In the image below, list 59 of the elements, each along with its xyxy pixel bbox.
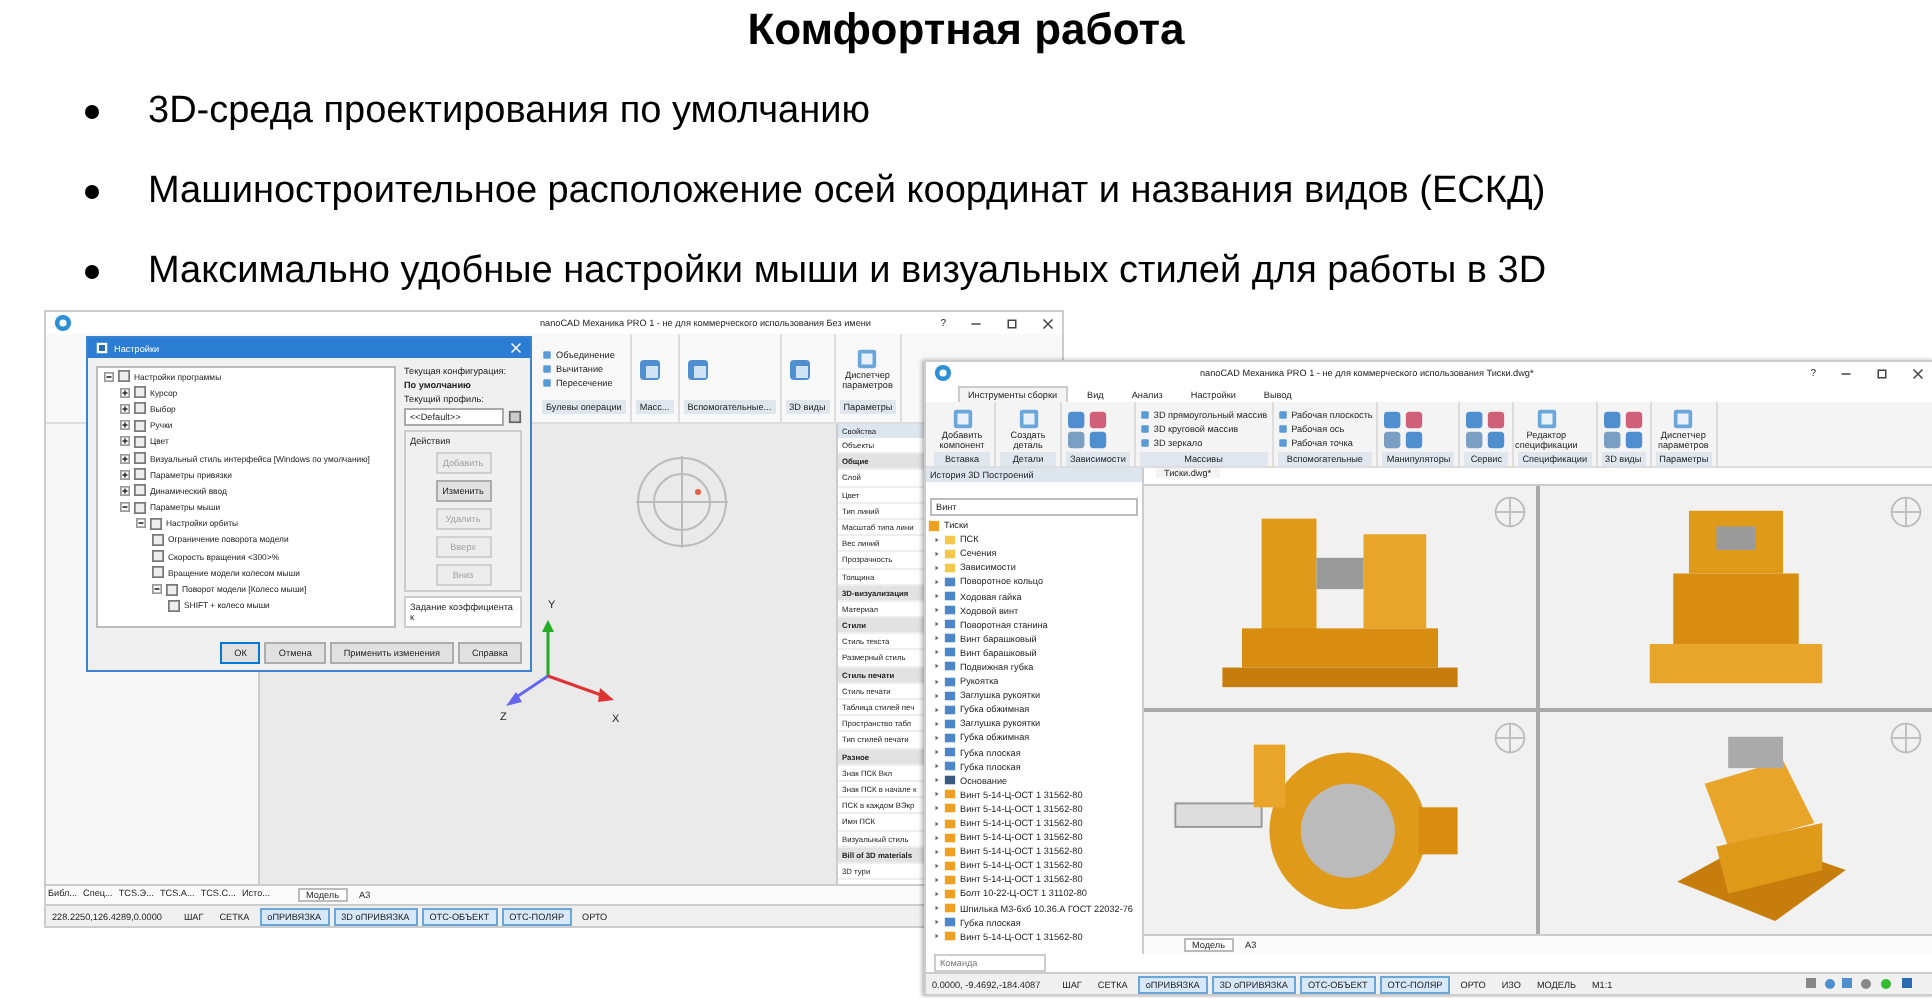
- tool-icons[interactable]: [1464, 409, 1509, 449]
- settings-node-icon: [118, 370, 130, 383]
- tool-icon[interactable]: [635, 355, 664, 383]
- collapse-icon[interactable]: [104, 371, 114, 382]
- minimize-icon[interactable]: [1840, 367, 1852, 379]
- settings-node-icon: [166, 583, 178, 596]
- expand-icon[interactable]: [120, 453, 130, 464]
- close-icon[interactable]: [1912, 367, 1924, 379]
- tool-icons[interactable]: [1382, 409, 1427, 449]
- tool-icons[interactable]: [1066, 409, 1110, 449]
- tool-icon: [1535, 408, 1558, 430]
- settings-node-icon: [134, 501, 146, 514]
- settings-node-icon: [134, 386, 146, 399]
- tool-icons[interactable]: [1601, 409, 1646, 449]
- settings-node-icon: [150, 517, 162, 530]
- view-compass-icon: [1888, 494, 1924, 530]
- collapse-icon[interactable]: [152, 584, 162, 595]
- bullet-text: Машиностроительное расположение осей координат и названия видов (ЕСКД): [148, 170, 1546, 214]
- bullet-text: 3D-среда проектирования по умолчанию: [148, 90, 870, 134]
- settings-node-icon: [134, 419, 146, 432]
- view-compass-icon: [1492, 720, 1528, 756]
- close-icon[interactable]: [1042, 317, 1054, 329]
- view-compass-icon: [632, 452, 732, 552]
- view-compass-icon: [1888, 720, 1924, 756]
- collapse-icon[interactable]: [120, 502, 130, 513]
- tool-icon: [951, 408, 973, 430]
- bullet-icon: [84, 184, 100, 200]
- settings-node-icon: [152, 533, 164, 546]
- tool-icon: [1672, 408, 1695, 430]
- settings-node-icon: [134, 402, 146, 415]
- settings-node-icon: [134, 468, 146, 481]
- settings-node-icon: [152, 566, 164, 579]
- profile-icon[interactable]: [508, 410, 522, 424]
- settings-node-icon: [134, 435, 146, 448]
- collapse-icon[interactable]: [136, 518, 146, 529]
- minimize-icon[interactable]: [970, 317, 982, 329]
- expand-icon[interactable]: [120, 387, 130, 398]
- maximize-icon[interactable]: [1006, 317, 1018, 329]
- bullet-icon: [84, 264, 100, 280]
- expand-icon[interactable]: [120, 403, 130, 414]
- expand-icon[interactable]: [120, 420, 130, 431]
- bullet-text: Максимально удобные настройки мыши и визуальных стилей для работы в 3D: [148, 250, 1547, 294]
- tool-icon[interactable]: [785, 355, 814, 383]
- tool-icon: [856, 348, 879, 370]
- expand-icon[interactable]: [120, 436, 130, 447]
- expand-icon[interactable]: [120, 469, 130, 480]
- assembly-icon: [928, 519, 940, 532]
- settings-node-icon: [134, 484, 146, 497]
- slide-title: Комфортная работа: [745, 2, 1187, 56]
- tool-icon[interactable]: [683, 355, 712, 383]
- bullet-icon: [84, 104, 100, 120]
- view-compass-icon: [1492, 494, 1528, 530]
- dialog-icon: [96, 342, 108, 354]
- tool-icon: [1017, 408, 1039, 430]
- settings-node-icon: [168, 599, 180, 612]
- settings-node-icon: [134, 452, 146, 465]
- settings-node-icon: [152, 550, 164, 563]
- expand-icon[interactable]: [120, 485, 130, 496]
- maximize-icon[interactable]: [1876, 367, 1888, 379]
